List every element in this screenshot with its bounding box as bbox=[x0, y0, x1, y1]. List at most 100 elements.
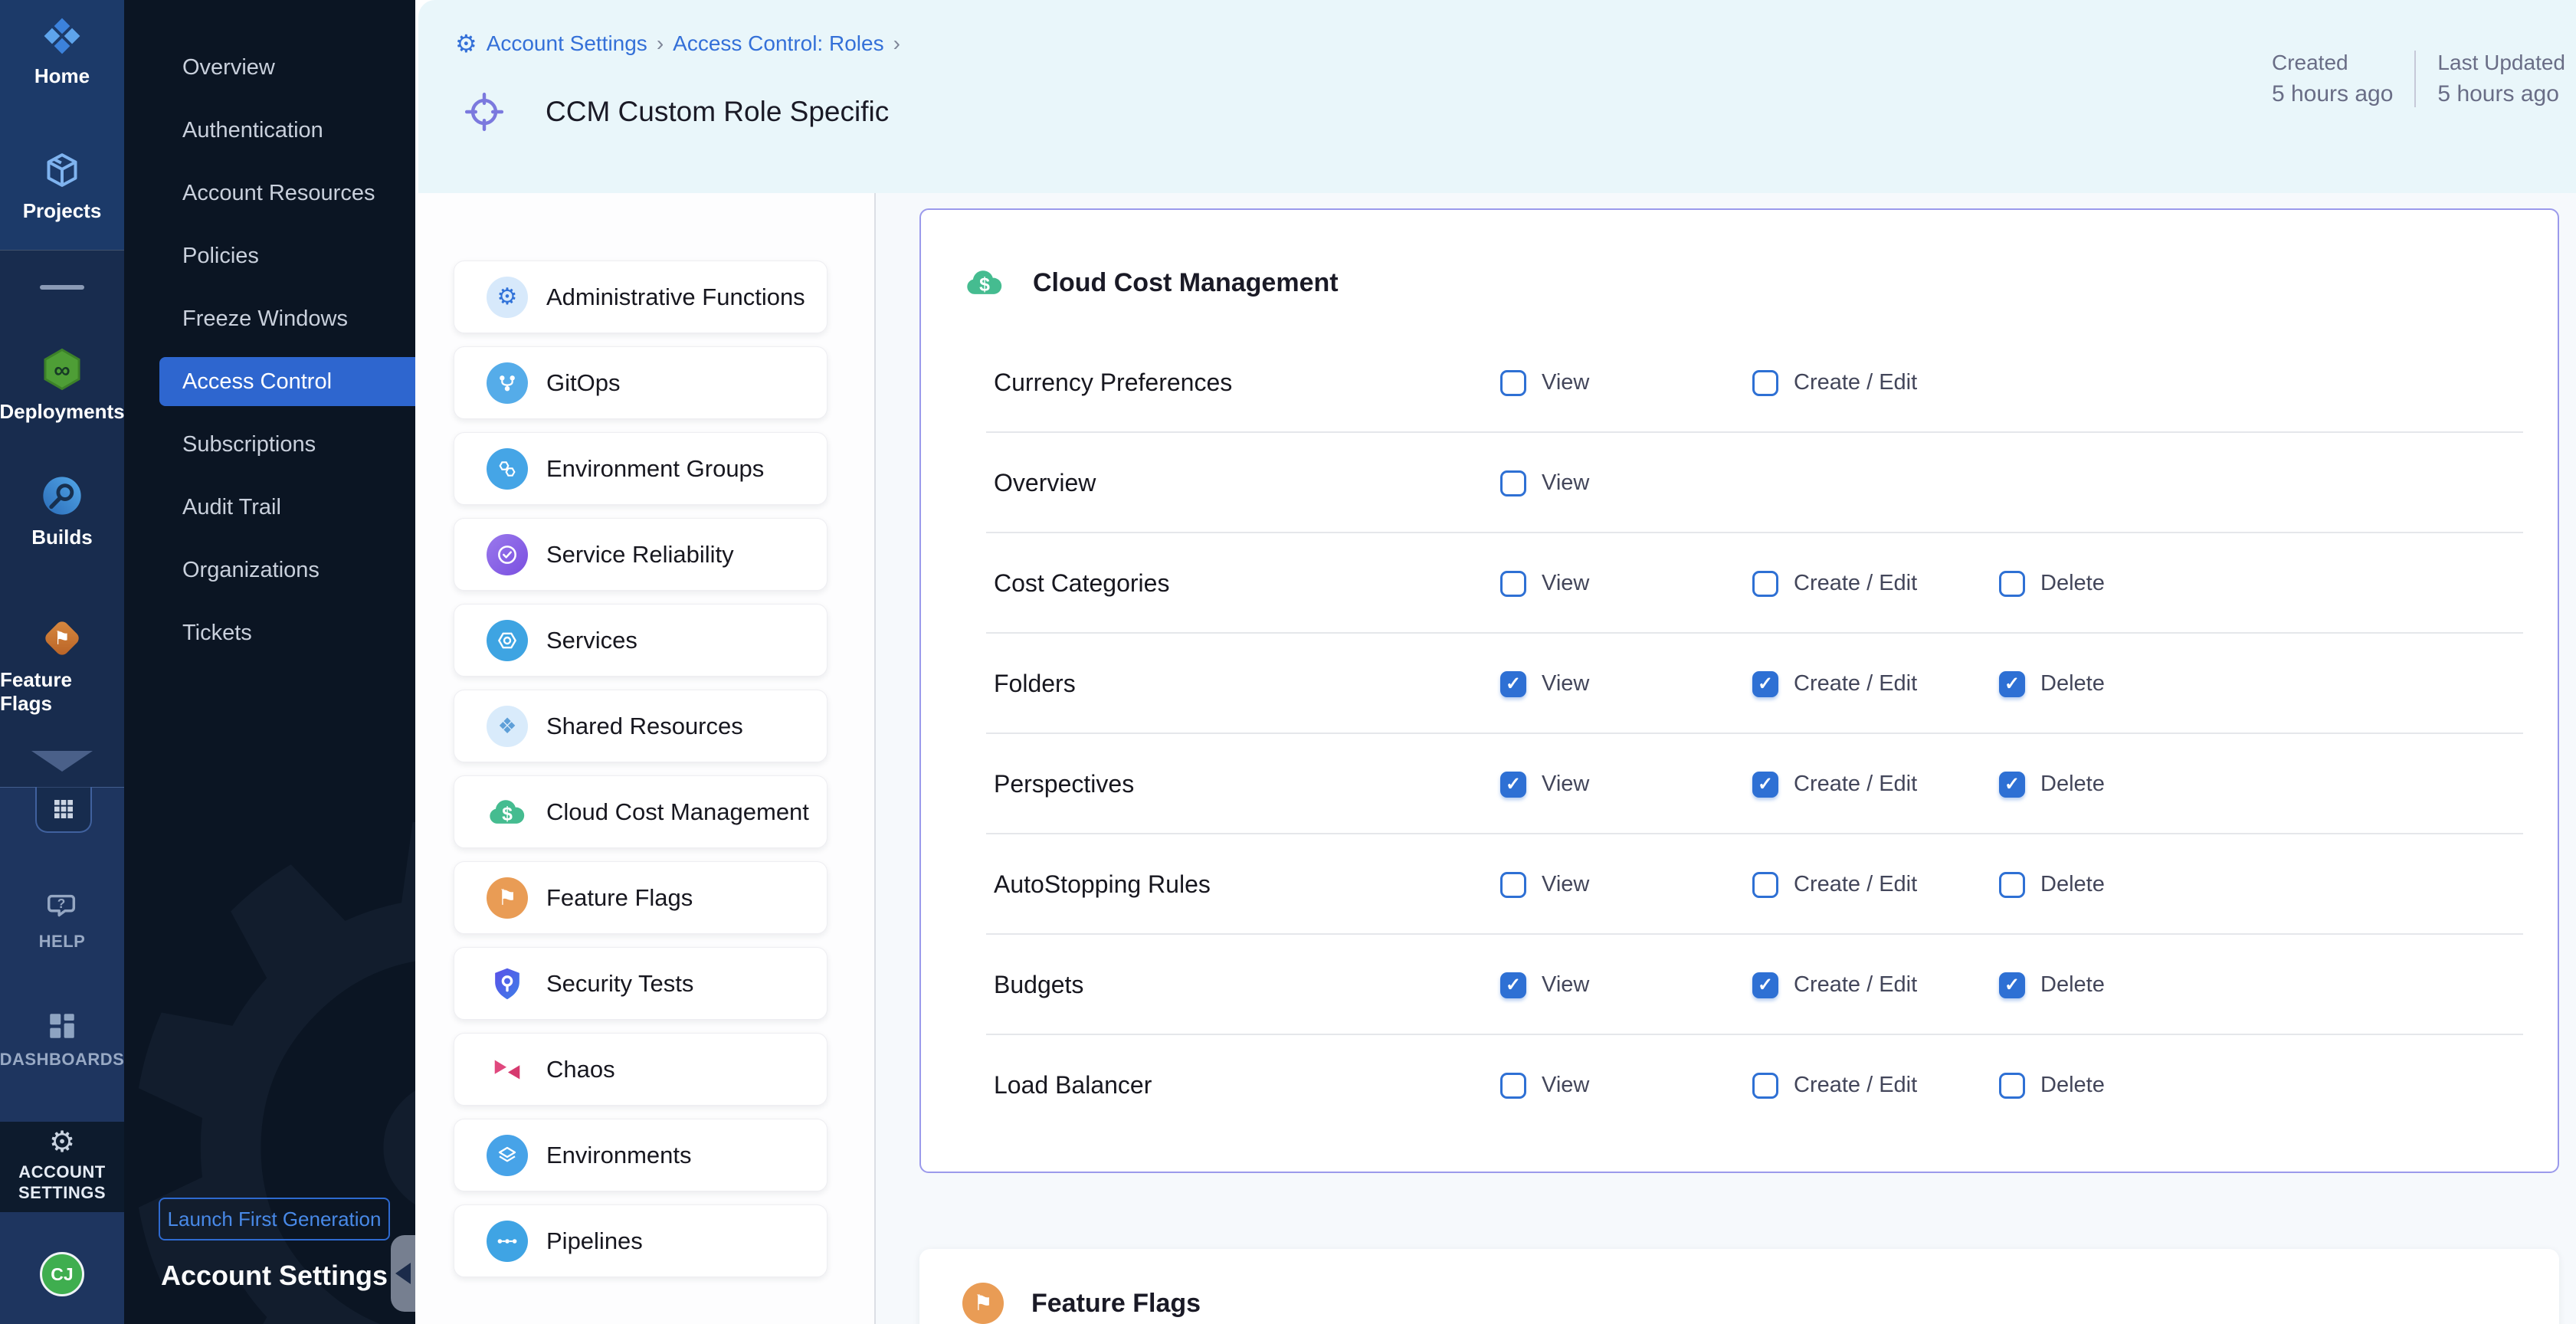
resource-card-feature-flags[interactable]: ⚑Feature Flags bbox=[454, 861, 828, 934]
sidebar-item-tickets[interactable]: Tickets bbox=[124, 601, 415, 664]
sidebar-item-authentication[interactable]: Authentication bbox=[124, 99, 415, 162]
resource-card-chaos[interactable]: Chaos bbox=[454, 1033, 828, 1106]
checkbox-perspectives-view[interactable] bbox=[1500, 772, 1526, 798]
resource-card-label: GitOps bbox=[546, 369, 620, 397]
breadcrumb-link-account-settings[interactable]: Account Settings bbox=[487, 31, 647, 56]
gear-icon: ⚙ bbox=[49, 1128, 75, 1157]
checkbox-currency-preferences-create-edit[interactable] bbox=[1752, 370, 1778, 396]
checkbox-autostopping-rules-create-edit[interactable] bbox=[1752, 872, 1778, 898]
checkbox-load-balancer-delete[interactable] bbox=[1999, 1073, 2025, 1099]
checkbox-autostopping-rules-view[interactable] bbox=[1500, 872, 1526, 898]
role-title-row: CCM Custom Role Specific bbox=[463, 90, 889, 133]
rail-item-deployments[interactable]: ∞ Deployments bbox=[0, 346, 124, 424]
collapse-left-icon bbox=[395, 1263, 411, 1284]
permission-load-balancer-view: View bbox=[1500, 1073, 1752, 1099]
permission-perspectives-create-edit: Create / Edit bbox=[1752, 772, 1999, 798]
checkbox-folders-create-edit[interactable] bbox=[1752, 671, 1778, 697]
checkbox-perspectives-delete[interactable] bbox=[1999, 772, 2025, 798]
sidebar-item-subscriptions[interactable]: Subscriptions bbox=[124, 413, 415, 476]
resource-card-services[interactable]: Services bbox=[454, 604, 828, 677]
environment-groups-icon bbox=[487, 448, 528, 490]
rail-more-modules[interactable] bbox=[0, 751, 124, 772]
breadcrumb-separator: › bbox=[893, 31, 900, 56]
breadcrumb-link-roles[interactable]: Access Control: Roles bbox=[673, 31, 883, 56]
sidebar-item-audit-trail[interactable]: Audit Trail bbox=[124, 476, 415, 539]
rail-divider-dash bbox=[40, 285, 84, 290]
sidebar-item-overview[interactable]: Overview bbox=[124, 36, 415, 99]
rail-item-builds[interactable]: Builds bbox=[0, 474, 124, 549]
checkbox-budgets-delete[interactable] bbox=[1999, 972, 2025, 998]
help-chat-icon: ? bbox=[44, 889, 80, 924]
resource-card-label: Shared Resources bbox=[546, 713, 743, 740]
rail-item-user[interactable]: CJ bbox=[0, 1252, 124, 1296]
checkbox-autostopping-rules-delete[interactable] bbox=[1999, 872, 2025, 898]
checkbox-overview-view[interactable] bbox=[1500, 470, 1526, 496]
permission-label: View bbox=[1542, 671, 1589, 696]
feature-flags-module-icon: ⚑ bbox=[40, 616, 84, 660]
resource-card-cloud-cost-management[interactable]: $Cloud Cost Management bbox=[454, 775, 828, 848]
module-grid-button[interactable] bbox=[35, 787, 92, 833]
sidebar-item-freeze-windows[interactable]: Freeze Windows bbox=[124, 287, 415, 350]
app-grid-icon bbox=[51, 797, 76, 821]
settings-nav-list: OverviewAuthenticationAccount ResourcesP… bbox=[124, 36, 415, 664]
resource-card-label: Service Reliability bbox=[546, 541, 734, 569]
resource-card-security-tests[interactable]: Security Tests bbox=[454, 947, 828, 1020]
checkbox-cost-categories-delete[interactable] bbox=[1999, 571, 2025, 597]
resource-card-service-reliability[interactable]: Service Reliability bbox=[454, 518, 828, 591]
checkbox-cost-categories-create-edit[interactable] bbox=[1752, 571, 1778, 597]
checkbox-cost-categories-view[interactable] bbox=[1500, 571, 1526, 597]
permission-label: View bbox=[1542, 470, 1589, 496]
permission-row-budgets: BudgetsViewCreate / EditDelete bbox=[921, 935, 2558, 1035]
resource-card-environment-groups[interactable]: Environment Groups bbox=[454, 432, 828, 505]
sidebar-item-access-control[interactable]: Access Control bbox=[159, 357, 415, 406]
rail-item-dashboards[interactable]: DASHBOARDS bbox=[0, 1010, 124, 1070]
rail-item-projects[interactable]: Projects bbox=[0, 149, 124, 223]
sidebar-collapse-button[interactable] bbox=[391, 1235, 415, 1312]
permission-cost-categories-delete: Delete bbox=[1999, 571, 2229, 597]
rail-item-feature-flags[interactable]: ⚑ Feature Flags bbox=[0, 616, 124, 716]
rail-item-help[interactable]: ? HELP bbox=[0, 889, 124, 952]
permission-folders-view: View bbox=[1500, 671, 1752, 697]
permission-label: Create / Edit bbox=[1794, 571, 1917, 596]
checkbox-budgets-create-edit[interactable] bbox=[1752, 972, 1778, 998]
sidebar-item-organizations[interactable]: Organizations bbox=[124, 539, 415, 601]
permission-cost-categories-create-edit: Create / Edit bbox=[1752, 571, 1999, 597]
checkbox-perspectives-create-edit[interactable] bbox=[1752, 772, 1778, 798]
launch-first-generation-button[interactable]: Launch First Generation bbox=[159, 1198, 390, 1240]
breadcrumb-separator: › bbox=[657, 31, 664, 56]
resource-card-label: Feature Flags bbox=[546, 884, 693, 912]
rail-item-account-settings[interactable]: ⚙ ACCOUNT SETTINGS bbox=[0, 1128, 124, 1203]
permission-row-label: Cost Categories bbox=[994, 569, 1500, 598]
checkbox-folders-delete[interactable] bbox=[1999, 671, 2025, 697]
sidebar-item-policies[interactable]: Policies bbox=[124, 224, 415, 287]
rail-item-label: Deployments bbox=[0, 400, 124, 424]
rail-item-home[interactable]: Home bbox=[0, 15, 124, 88]
user-avatar[interactable]: CJ bbox=[40, 1252, 84, 1296]
checkbox-load-balancer-create-edit[interactable] bbox=[1752, 1073, 1778, 1099]
permission-row-cost-categories: Cost CategoriesViewCreate / EditDelete bbox=[921, 533, 2558, 634]
resource-card-pipelines[interactable]: Pipelines bbox=[454, 1204, 828, 1277]
resource-card-gitops[interactable]: GitOps bbox=[454, 346, 828, 419]
panel-header: $ Cloud Cost Management bbox=[964, 262, 1339, 303]
resource-card-label: Environment Groups bbox=[546, 455, 764, 483]
checkbox-load-balancer-view[interactable] bbox=[1500, 1073, 1526, 1099]
resource-card-administrative-functions[interactable]: ⚙Administrative Functions bbox=[454, 261, 828, 333]
rail-item-label: HELP bbox=[39, 932, 86, 952]
resource-card-label: Chaos bbox=[546, 1056, 615, 1083]
permission-row-label: Overview bbox=[994, 469, 1500, 497]
permission-perspectives-view: View bbox=[1500, 772, 1752, 798]
resource-card-label: Services bbox=[546, 627, 637, 654]
sidebar-item-account-resources[interactable]: Account Resources bbox=[124, 162, 415, 224]
chevron-down-icon bbox=[31, 751, 93, 772]
panel-title: Feature Flags bbox=[1031, 1289, 1201, 1319]
checkbox-folders-view[interactable] bbox=[1500, 671, 1526, 697]
feature-flags-panel: ⚑ Feature Flags bbox=[919, 1249, 2559, 1324]
resource-card-environments[interactable]: Environments bbox=[454, 1119, 828, 1191]
permission-currency-preferences-view: View bbox=[1500, 370, 1752, 396]
permission-label: Create / Edit bbox=[1794, 872, 1917, 897]
projects-cube-icon bbox=[41, 149, 84, 192]
checkbox-currency-preferences-view[interactable] bbox=[1500, 370, 1526, 396]
checkbox-budgets-view[interactable] bbox=[1500, 972, 1526, 998]
permission-row-label: Perspectives bbox=[994, 770, 1500, 798]
resource-card-shared-resources[interactable]: ❖Shared Resources bbox=[454, 690, 828, 762]
